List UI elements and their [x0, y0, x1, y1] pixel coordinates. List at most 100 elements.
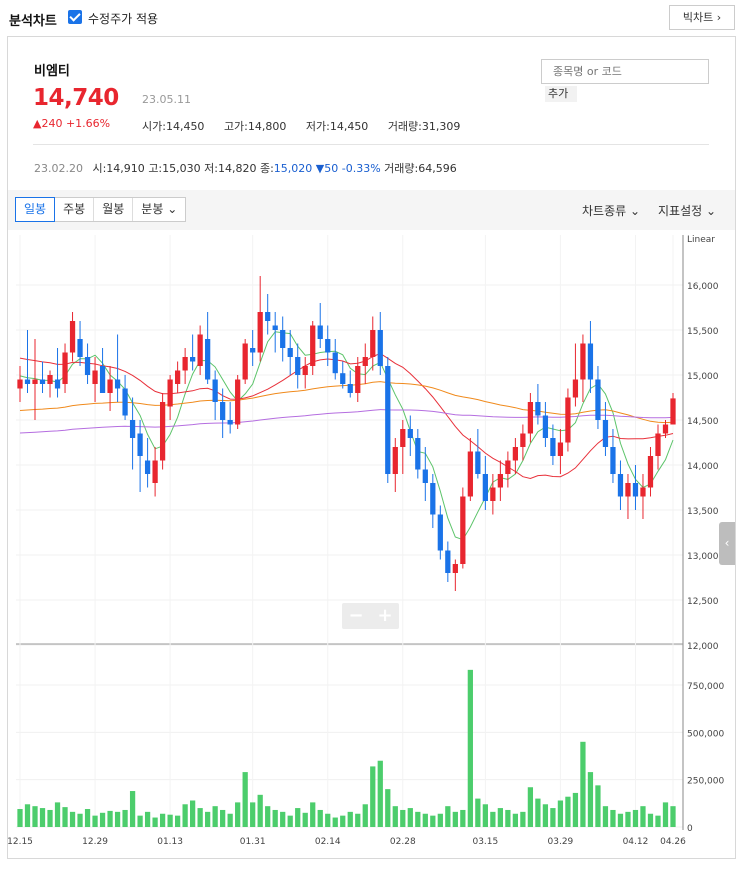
volume-bar [610, 809, 616, 827]
candle-body [475, 451, 481, 474]
tab-minute[interactable]: 분봉 ⌄ [133, 198, 185, 221]
candle-body [385, 366, 391, 474]
candle-body [512, 447, 519, 461]
candle-body [287, 348, 293, 357]
high-price: 고가:14,800 [223, 120, 287, 133]
candle-body [535, 402, 541, 416]
candle-body [235, 379, 241, 425]
volume-bar [602, 806, 609, 827]
candle-body [212, 379, 218, 402]
hover-open: 시:14,910 [92, 162, 145, 175]
candle-body [617, 474, 624, 497]
volume-bar [460, 809, 466, 827]
price-tick-label: 15,000 [687, 372, 719, 382]
candle-body [640, 487, 646, 497]
volume-bar [595, 785, 601, 827]
candle-body [174, 370, 181, 384]
candle-body [602, 420, 609, 447]
search-input[interactable] [541, 59, 709, 84]
candle-body [325, 339, 331, 353]
candle-body [242, 343, 248, 380]
chevron-down-icon: ⌄ [702, 204, 717, 218]
volume-bar [557, 800, 564, 827]
candle-body [467, 451, 473, 497]
add-button[interactable]: 추가 [545, 86, 577, 102]
volume-bar [400, 809, 406, 827]
hover-low: 저:14,820 [204, 162, 257, 175]
candle-body [662, 424, 669, 434]
candle-body [39, 379, 46, 384]
adjusted-price-checkbox[interactable] [68, 10, 82, 24]
hover-change: ▼50 -0.33% [315, 162, 381, 175]
candle-body [355, 366, 361, 393]
candle-body [670, 398, 676, 425]
candle-body [159, 402, 166, 461]
volume-bar [325, 813, 331, 827]
adjusted-price-label[interactable]: 수정주가 적용 [88, 10, 158, 27]
volume-bar [39, 808, 46, 827]
chevron-right-icon: › [716, 11, 722, 24]
candle-body [392, 447, 398, 474]
volume-bar [295, 808, 301, 827]
top-bar: 분석차트 수정주가 적용 빅차트 › [0, 0, 746, 36]
side-panel-toggle[interactable]: ‹ [719, 522, 735, 565]
volume-bar [467, 669, 473, 827]
candle-body [317, 325, 323, 339]
volume-bar [265, 806, 271, 827]
big-chart-button[interactable]: 빅차트 › [669, 5, 735, 30]
volume-bar [190, 800, 196, 827]
candle-body [54, 379, 61, 389]
volume-bar [662, 802, 669, 827]
zoom-in-button[interactable]: + [371, 603, 399, 629]
tab-daily[interactable]: 일봉 [15, 197, 56, 222]
scale-label: Linear [687, 235, 715, 245]
volume-bar [422, 813, 428, 827]
candle-body [250, 348, 256, 353]
volume-bar [482, 804, 488, 827]
volume-bar [587, 772, 594, 827]
volume-bar [17, 809, 23, 827]
chart-type-dropdown[interactable]: 차트종류 ⌄ [582, 202, 640, 219]
price-tick-label: 12,000 [687, 642, 719, 652]
volume-bar [99, 812, 106, 827]
volume-tick-label: 250,000 [687, 777, 724, 787]
volume-bar [137, 815, 143, 827]
stock-date: 23.05.11 [142, 93, 191, 106]
candle-body [257, 312, 263, 353]
candle-body [610, 447, 616, 474]
hover-high: 고:15,030 [148, 162, 201, 175]
indicator-dropdown[interactable]: 지표설정 ⌄ [658, 202, 716, 219]
volume-bar [407, 808, 413, 827]
candle-body [565, 397, 571, 443]
zoom-control: − + [342, 603, 399, 629]
stock-chart[interactable]: 16,000 15,500 15,000 14,500 14,000 13,500 13,0… [8, 230, 735, 858]
candle-body [437, 514, 443, 551]
candle-body [430, 483, 436, 515]
chart-toolbar: 일봉 주봉 월봉 분봉 ⌄ 차트종류 ⌄ 지표설정 ⌄ [8, 190, 735, 230]
price-tick-label: 13,000 [687, 552, 719, 562]
candle-body [205, 339, 211, 380]
candle-body [227, 420, 233, 425]
volume-bar [235, 802, 241, 827]
candle-body [302, 366, 308, 375]
volume-tick-label: 500,000 [687, 729, 724, 739]
candle-body [407, 429, 413, 438]
volume-bar [317, 809, 323, 827]
volume-bar [512, 813, 519, 827]
tab-minute-label: 분봉 [141, 202, 164, 216]
tab-monthly[interactable]: 월봉 [94, 198, 134, 221]
volume-bar [122, 809, 128, 827]
candle-body [122, 388, 128, 416]
volume-bar [497, 808, 503, 827]
tab-weekly[interactable]: 주봉 [55, 198, 95, 221]
volume-bar [572, 792, 579, 827]
candle-body [310, 325, 316, 366]
volume-bar [272, 809, 278, 827]
candle-body [295, 357, 301, 375]
price-tick-label: 12,500 [687, 597, 719, 607]
chevron-down-icon: ⌄ [626, 204, 641, 218]
hover-volume: 거래량:64,596 [384, 162, 457, 175]
zoom-out-button[interactable]: − [342, 603, 370, 629]
chevron-left-icon: ‹ [724, 536, 730, 550]
candle-body [332, 352, 338, 374]
